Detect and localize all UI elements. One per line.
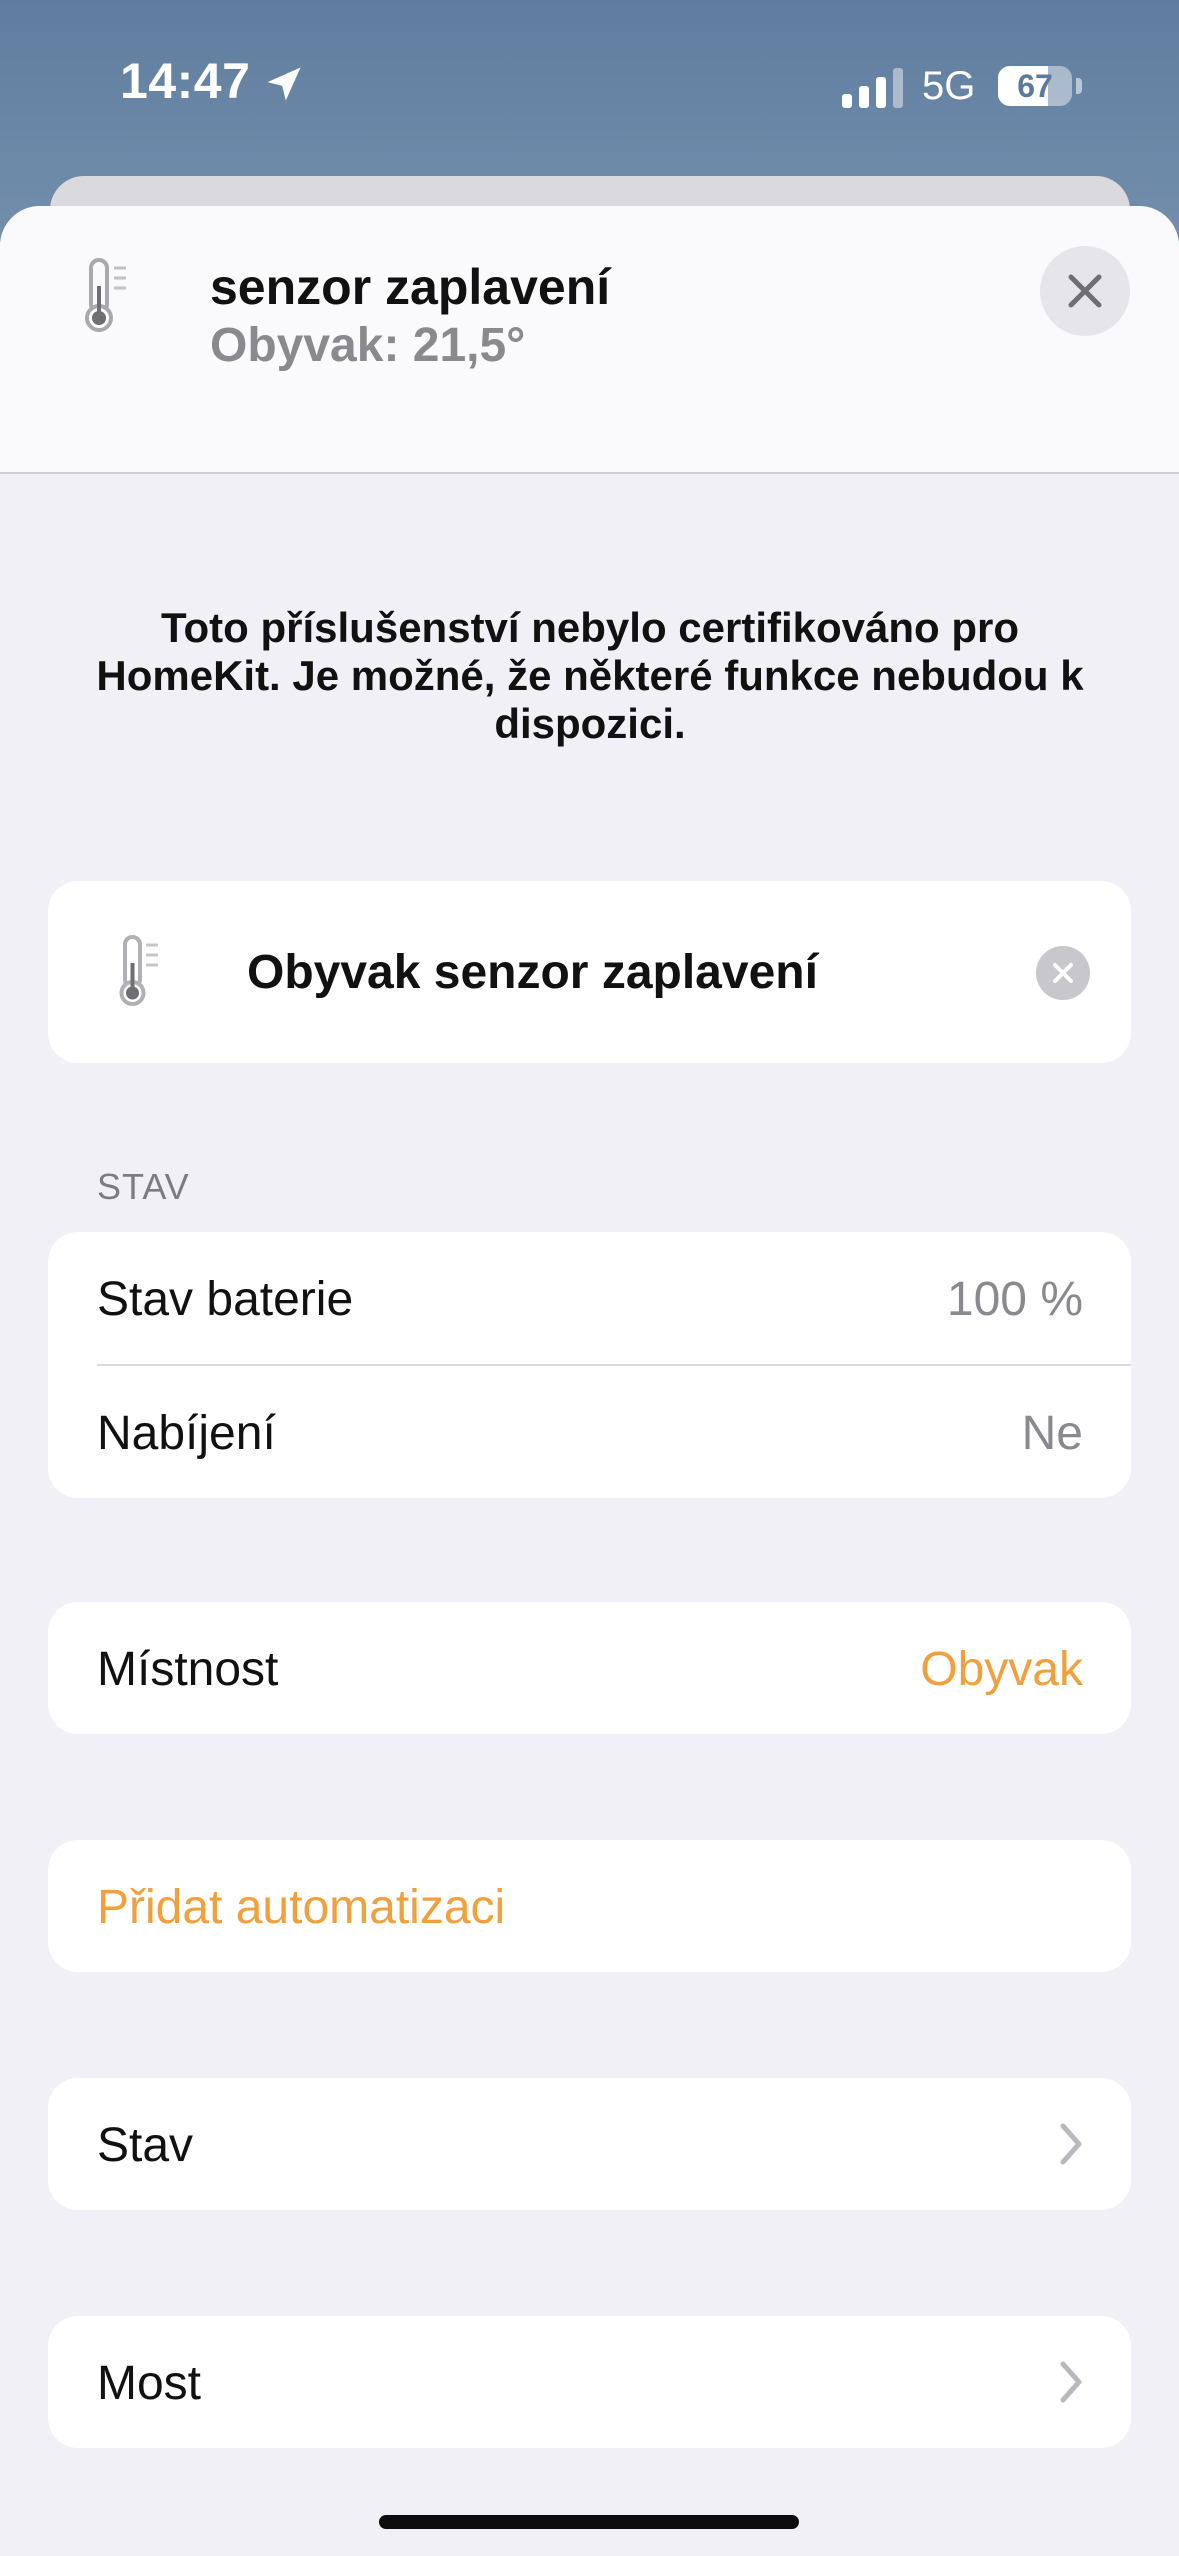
location-arrow-icon: [267, 67, 301, 101]
network-type: 5G: [922, 64, 976, 108]
bridge-nav-label: Most: [97, 2357, 202, 2410]
chevron-right-icon: [1060, 2123, 1082, 2165]
cellular-signal-icon: [842, 68, 903, 108]
status-card: Stav baterie 100 % Nabíjení Ne: [48, 1232, 1131, 1498]
charging-label: Nabíjení: [97, 1407, 276, 1460]
home-indicator[interactable]: [379, 2515, 799, 2529]
accessory-name-field[interactable]: Obyvak senzor zaplavení: [247, 945, 818, 1000]
add-automation-button[interactable]: Přidat automatizaci: [48, 1840, 1131, 1972]
battery-nub: [1076, 78, 1082, 94]
add-automation-label: Přidat automatizaci: [97, 1881, 506, 1934]
status-section-label: STAV: [97, 1166, 190, 1207]
battery-percent: 67: [1017, 68, 1053, 104]
bridge-nav-row[interactable]: Most: [48, 2316, 1131, 2448]
thermometer-icon: [85, 258, 126, 332]
charging-row: Nabíjení Ne: [48, 1366, 1131, 1498]
status-nav-row[interactable]: Stav: [48, 2078, 1131, 2210]
status-nav-card[interactable]: Stav: [48, 2078, 1131, 2210]
accessory-name-card[interactable]: Obyvak senzor zaplavení: [48, 881, 1131, 1063]
room-card[interactable]: Místnost Obyvak: [48, 1602, 1131, 1734]
close-icon: [1068, 274, 1102, 308]
accessory-title: senzor zaplavení: [210, 259, 611, 315]
battery-icon: 67: [998, 66, 1082, 106]
add-automation-card[interactable]: Přidat automatizaci: [48, 1840, 1131, 1972]
status-nav-label: Stav: [97, 2119, 194, 2172]
bridge-nav-card[interactable]: Most: [48, 2316, 1131, 2448]
charging-value: Ne: [1021, 1407, 1083, 1460]
clear-icon: [1053, 963, 1073, 983]
room-value[interactable]: Obyvak: [920, 1642, 1083, 1697]
sheet-header: senzor zaplavení Obyvak: 21,5°: [0, 206, 1179, 474]
battery-status-label: Stav baterie: [97, 1273, 354, 1326]
accessory-subtitle: Obyvak: 21,5°: [210, 319, 526, 372]
close-button[interactable]: [1040, 246, 1130, 336]
chevron-right-icon: [1060, 2361, 1082, 2403]
thermometer-icon: [119, 935, 158, 1006]
battery-status-row: Stav baterie 100 %: [48, 1232, 1131, 1366]
battery-status-value: 100 %: [946, 1273, 1083, 1326]
certification-notice: Toto příslušenství nebylo certifikováno …: [96, 604, 1084, 747]
room-label: Místnost: [97, 1643, 279, 1696]
accessory-sheet: senzor zaplavení Obyvak: 21,5° Toto přís…: [0, 206, 1179, 2556]
status-time: 14:47: [120, 53, 251, 109]
room-row[interactable]: Místnost Obyvak: [48, 1602, 1131, 1734]
clear-name-button[interactable]: [1036, 946, 1090, 1000]
